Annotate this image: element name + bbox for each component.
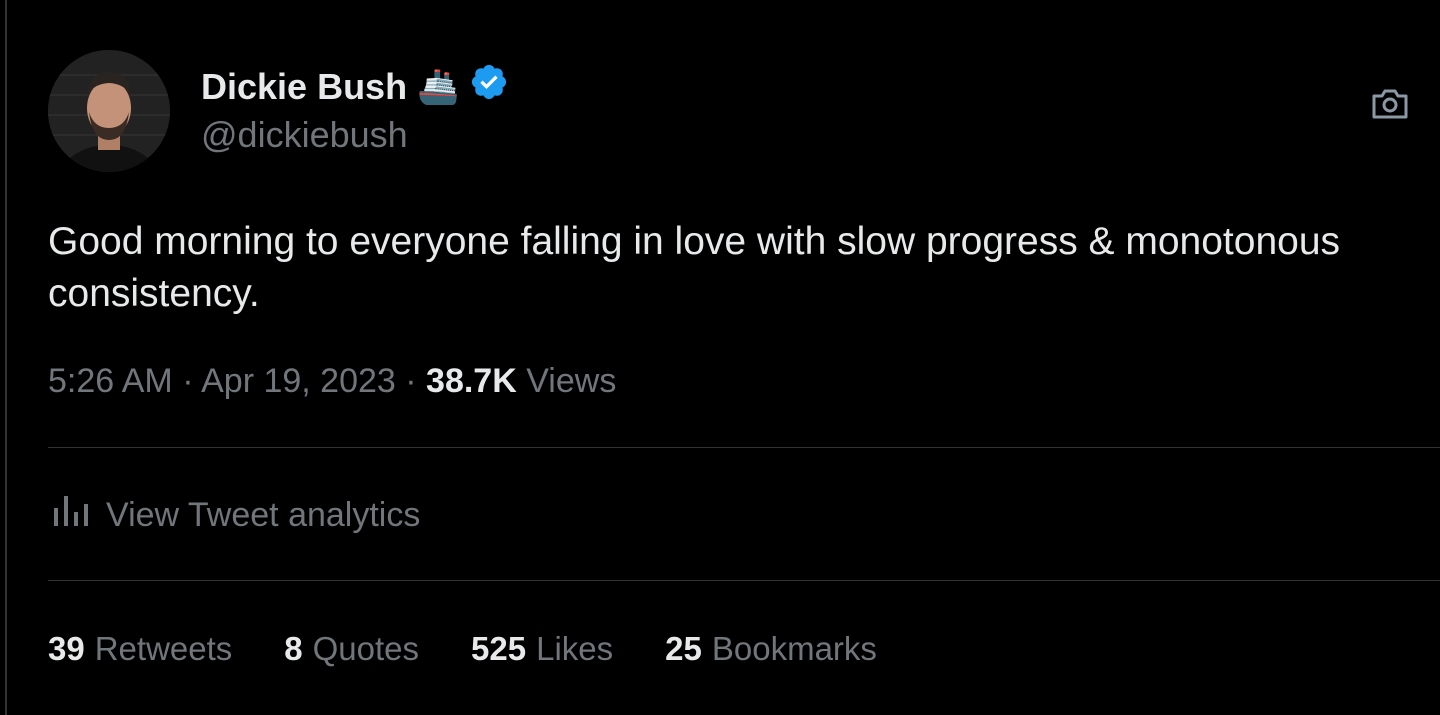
tweet-stats: 39 Retweets 8 Quotes 525 Likes 25 Bookmarks [48,630,877,668]
tweet-meta: 5:26 AM · Apr 19, 2023 · 38.7K Views [48,362,616,401]
view-analytics-link[interactable]: View Tweet analytics [52,494,420,537]
views-label: Views [526,362,617,400]
separator: · [405,362,417,400]
author-name[interactable]: Dickie Bush 🚢 [201,62,509,111]
bar-chart-icon [52,494,90,537]
divider [48,447,1440,448]
ship-emoji: 🚢 [417,67,460,106]
stat-label: Likes [536,630,614,667]
stat-count: 525 [471,630,527,667]
view-analytics-label: View Tweet analytics [106,496,421,534]
author-name-text: Dickie Bush [201,65,408,107]
stat-label: Retweets [94,630,233,667]
camera-icon[interactable] [1366,80,1414,128]
stat-count: 25 [665,630,702,667]
retweets-stat[interactable]: 39 Retweets [48,630,232,668]
stat-count: 39 [48,630,85,667]
separator: · [182,362,194,400]
divider [48,580,1440,581]
verified-badge-icon[interactable] [469,62,509,111]
column-border [5,0,7,715]
stat-count: 8 [284,630,303,667]
quotes-stat[interactable]: 8 Quotes [284,630,419,668]
stat-label: Bookmarks [711,630,877,667]
views-count: 38.7K [426,362,517,400]
tweet-time[interactable]: 5:26 AM [48,362,173,400]
stat-label: Quotes [312,630,420,667]
tweet-date[interactable]: Apr 19, 2023 [201,362,396,400]
tweet-text: Good morning to everyone falling in love… [48,220,1341,315]
likes-stat[interactable]: 525 Likes [471,630,613,668]
author-handle[interactable]: @dickiebush [201,114,408,156]
avatar[interactable] [48,50,170,172]
bookmarks-stat[interactable]: 25 Bookmarks [665,630,877,668]
